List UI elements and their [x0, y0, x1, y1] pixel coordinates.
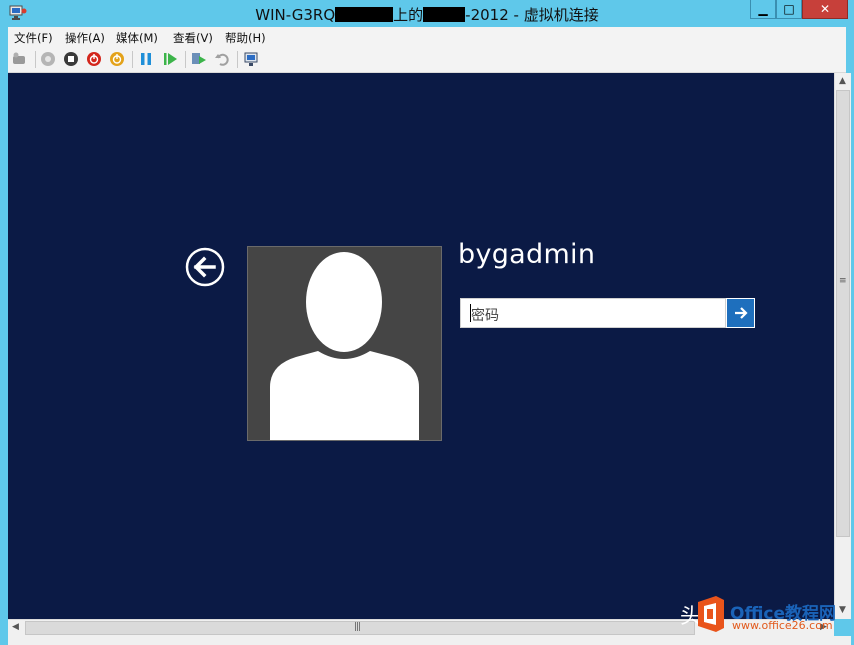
user-silhouette-icon — [270, 252, 419, 440]
toolbar-separator — [237, 51, 238, 68]
menu-help[interactable]: 帮助(H) — [225, 30, 266, 46]
turn-off-icon[interactable] — [63, 51, 79, 67]
toolbar — [8, 47, 846, 73]
username-label: bygadmin — [458, 239, 596, 270]
maximize-button[interactable]: □ — [776, 0, 802, 19]
checkpoint-icon[interactable] — [191, 51, 207, 67]
menu-action[interactable]: 操作(A) — [65, 30, 105, 46]
menu-file[interactable]: 文件(F) — [14, 30, 53, 46]
toolbar-separator — [35, 51, 36, 68]
vertical-scrollbar[interactable]: ▲ ≡ ▼ — [834, 73, 851, 619]
menu-media[interactable]: 媒体(M) — [116, 30, 158, 46]
save-icon[interactable] — [109, 51, 125, 67]
pause-icon[interactable] — [138, 51, 154, 67]
back-arrow-icon[interactable] — [185, 247, 225, 287]
horizontal-scroll-thumb[interactable]: ||| — [25, 621, 695, 635]
watermark-url: www.office26.com — [732, 619, 833, 632]
grip-icon: ≡ — [839, 276, 846, 286]
password-field[interactable]: 密码 — [460, 298, 726, 328]
window-title: WIN-G3RQ 上的 -2012 - 虚拟机连接 — [255, 6, 599, 24]
resume-icon[interactable] — [162, 51, 178, 67]
ctrl-alt-del-icon[interactable] — [11, 51, 27, 67]
watermark: 头 Office教程网 www.office26.com — [680, 596, 850, 638]
redacted-block — [423, 7, 466, 22]
user-avatar — [247, 246, 442, 441]
vm-screen[interactable]: bygadmin 密码 — [8, 73, 834, 619]
start-icon[interactable] — [40, 51, 56, 67]
arrow-right-icon — [734, 307, 748, 319]
minimize-button[interactable]: ▁ — [750, 0, 776, 19]
password-placeholder: 密码 — [471, 308, 499, 324]
enhanced-session-icon[interactable] — [243, 51, 259, 67]
toolbar-separator — [132, 51, 133, 68]
submit-button[interactable] — [726, 298, 755, 328]
toolbar-separator — [185, 51, 186, 68]
menu-view[interactable]: 查看(V) — [173, 30, 213, 46]
close-button[interactable]: ✕ — [802, 0, 848, 19]
redacted-block — [335, 7, 394, 22]
grip-icon: ||| — [354, 622, 361, 632]
text-caret — [470, 304, 471, 322]
vertical-scroll-thumb[interactable]: ≡ — [836, 90, 850, 537]
revert-icon[interactable] — [214, 51, 230, 67]
office-logo-icon — [698, 596, 724, 632]
scroll-left-arrow-icon[interactable]: ◀ — [12, 622, 19, 632]
shutdown-icon[interactable] — [86, 51, 102, 67]
scroll-up-arrow-icon[interactable]: ▲ — [839, 76, 846, 86]
title-bar: WIN-G3RQ 上的 -2012 - 虚拟机连接 ▁ □ ✕ — [0, 0, 854, 27]
menu-bar: 文件(F) 操作(A) 媒体(M) 查看(V) 帮助(H) — [8, 27, 846, 47]
